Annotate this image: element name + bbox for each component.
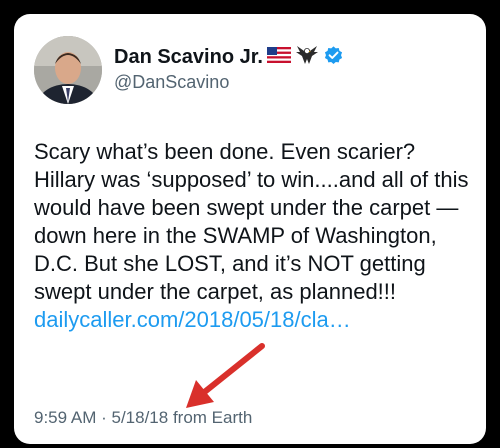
display-name[interactable]: Dan Scavino Jr. [114, 46, 263, 69]
eagle-icon [295, 44, 319, 71]
meta-separator: · [96, 408, 112, 427]
tweet-link[interactable]: dailycaller.com/2018/05/18/cla… [34, 307, 351, 332]
tweet-text-block: Scary what’s been done. Even scarier? Hi… [34, 138, 474, 334]
tweet-source: from Earth [168, 408, 253, 427]
handle[interactable]: @DanScavino [114, 72, 229, 93]
us-flag-icon [266, 47, 291, 68]
tweet-timestamp[interactable]: 9:59 AM · 5/18/18 from Earth [34, 408, 252, 428]
verified-badge-icon[interactable] [323, 45, 344, 71]
tweet-body: Scary what’s been done. Even scarier? Hi… [34, 139, 469, 304]
avatar[interactable] [34, 36, 102, 104]
avatar-image [34, 36, 102, 104]
name-row: Dan Scavino Jr. [114, 44, 344, 71]
tweet-date: 5/18/18 [111, 408, 169, 427]
tweet-time: 9:59 AM [34, 408, 97, 427]
tweet-card: Dan Scavino Jr. @DanScavino Scary what’s… [14, 14, 486, 444]
